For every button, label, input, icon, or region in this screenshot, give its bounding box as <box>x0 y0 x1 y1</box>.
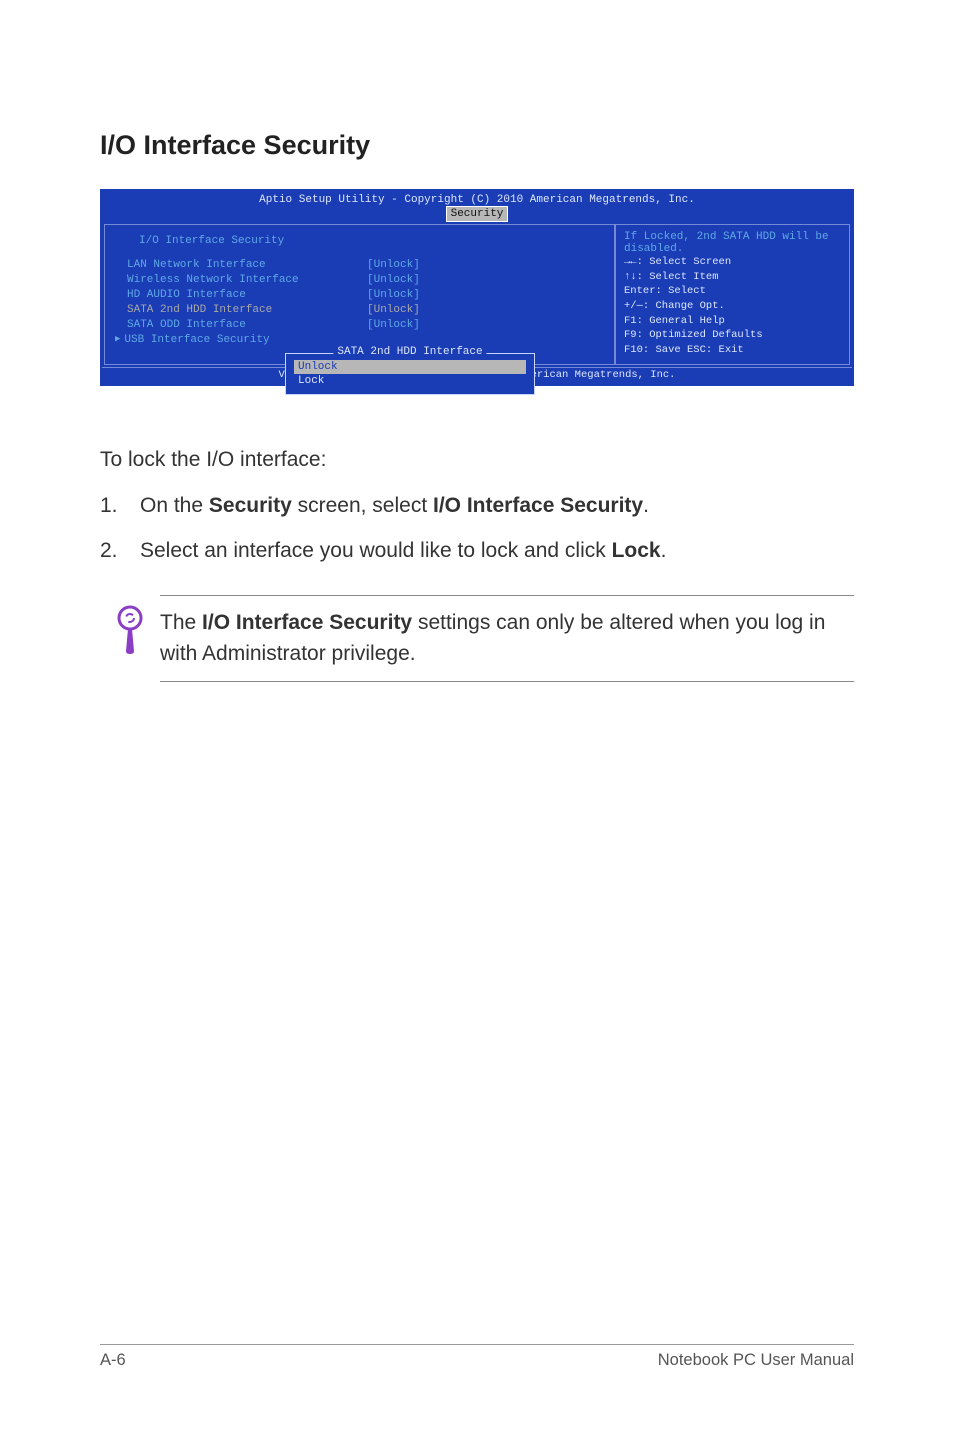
step-text-part: screen, select <box>292 494 433 517</box>
step-number: 1. <box>100 490 140 523</box>
bios-section-title: I/O Interface Security <box>139 235 600 247</box>
manual-title: Notebook PC User Manual <box>658 1351 854 1370</box>
bios-popup-item-unlock: Unlock <box>294 360 526 374</box>
note-text: The I/O Interface Security settings can … <box>160 595 854 682</box>
bios-key-line: F9: Optimized Defaults <box>624 328 841 343</box>
step-text: Select an interface you would like to lo… <box>140 535 666 568</box>
instruction-step: 1. On the Security screen, select I/O In… <box>100 490 854 523</box>
bios-popup-title: SATA 2nd HDD Interface <box>333 346 486 358</box>
bios-popup-item-lock: Lock <box>294 374 526 388</box>
bios-left-panel: I/O Interface Security LAN Network Inter… <box>104 224 615 365</box>
bios-row-submenu: USB Interface Security <box>127 334 600 346</box>
bios-key-line: →←: Select Screen <box>624 255 841 270</box>
bios-key-hints: →←: Select Screen ↑↓: Select Item Enter:… <box>624 255 841 358</box>
instruction-step: 2. Select an interface you would like to… <box>100 535 854 568</box>
bios-row-label: Wireless Network Interface <box>127 274 367 286</box>
step-text-bold: Security <box>209 494 292 517</box>
bios-row-label: USB Interface Security <box>124 334 364 346</box>
note-text-part: The <box>160 611 202 634</box>
bios-tabs: Security <box>102 206 852 222</box>
step-text-part: . <box>661 539 667 562</box>
instructions-intro: To lock the I/O interface: <box>100 444 854 477</box>
page-footer: A-6 Notebook PC User Manual <box>100 1344 854 1370</box>
step-text-part: On the <box>140 494 209 517</box>
bios-right-panel: If Locked, 2nd SATA HDD will be disabled… <box>615 224 850 365</box>
step-number: 2. <box>100 535 140 568</box>
page-heading: I/O Interface Security <box>100 130 854 161</box>
bios-row: Wireless Network Interface [Unlock] <box>127 274 600 286</box>
bios-row-label: SATA 2nd HDD Interface <box>127 304 367 316</box>
bios-row: HD AUDIO Interface [Unlock] <box>127 289 600 301</box>
magnifier-icon <box>100 595 160 655</box>
bios-tab-security: Security <box>446 206 509 222</box>
bios-popup: SATA 2nd HDD Interface Unlock Lock <box>285 353 535 395</box>
bios-title: Aptio Setup Utility - Copyright (C) 2010… <box>102 191 852 206</box>
bios-row-value: [Unlock] <box>367 304 420 316</box>
note-text-bold: I/O Interface Security <box>202 611 412 634</box>
note-block: The I/O Interface Security settings can … <box>100 595 854 682</box>
bios-row-selected: SATA 2nd HDD Interface [Unlock] <box>127 304 600 316</box>
page-number: A-6 <box>100 1351 126 1370</box>
bios-key-line: ↑↓: Select Item <box>624 270 841 285</box>
bios-key-line: Enter: Select <box>624 284 841 299</box>
bios-row: SATA ODD Interface [Unlock] <box>127 319 600 331</box>
bios-row: LAN Network Interface [Unlock] <box>127 259 600 271</box>
bios-row-label: LAN Network Interface <box>127 259 367 271</box>
bios-key-line: +/—: Change Opt. <box>624 299 841 314</box>
bios-row-value: [Unlock] <box>367 289 420 301</box>
step-text-part: Select an interface you would like to lo… <box>140 539 612 562</box>
bios-row-value: [Unlock] <box>367 319 420 331</box>
bios-row-value: [Unlock] <box>367 274 420 286</box>
step-text: On the Security screen, select I/O Inter… <box>140 490 649 523</box>
bios-key-line: F1: General Help <box>624 314 841 329</box>
step-text-part: . <box>643 494 649 517</box>
bios-row-label: HD AUDIO Interface <box>127 289 367 301</box>
bios-key-line: F10: Save ESC: Exit <box>624 343 841 358</box>
bios-help-text: If Locked, 2nd SATA HDD will be disabled… <box>624 231 841 255</box>
bios-row-label: SATA ODD Interface <box>127 319 367 331</box>
step-text-bold: I/O Interface Security <box>433 494 643 517</box>
bios-row-value: [Unlock] <box>367 259 420 271</box>
bios-screenshot: Aptio Setup Utility - Copyright (C) 2010… <box>100 189 854 386</box>
step-text-bold: Lock <box>612 539 661 562</box>
